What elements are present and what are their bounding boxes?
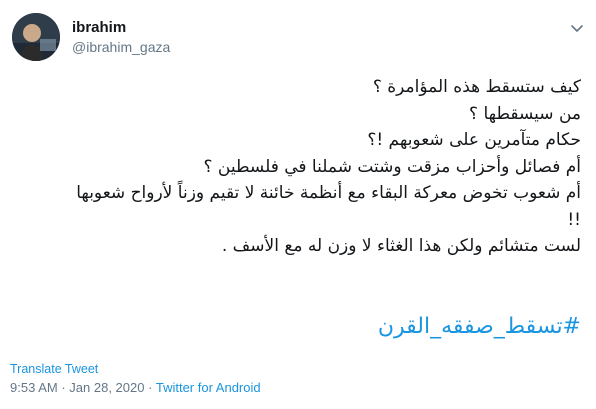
- display-name[interactable]: ibrahim: [72, 19, 126, 36]
- tweet-line: لست متشائم ولكن هذا الغثاء لا وزن له مع …: [221, 236, 581, 256]
- tweet-card: ibrahim @ibrahim_gaza كيف ستسقط هذه المؤ…: [0, 0, 596, 409]
- tweet-date[interactable]: Jan 28, 2020: [69, 380, 144, 395]
- tweet-line: أم شعوب تخوض معركة البقاء مع أنظمة خائنة…: [76, 183, 581, 203]
- tweet-line: كيف ستسقط هذه المؤامرة ؟: [372, 77, 581, 97]
- tweet-line: حكام متآمرين على شعوبهم !؟: [367, 130, 581, 150]
- tweet-metadata: 9:53 AM · Jan 28, 2020 · Twitter for And…: [10, 380, 261, 395]
- translate-tweet-link[interactable]: Translate Tweet: [10, 362, 98, 376]
- meta-separator: ·: [61, 380, 66, 395]
- avatar[interactable]: [12, 13, 60, 61]
- tweet-line: !!: [567, 209, 581, 230]
- tweet-line: أم فصائل وأحزاب مزقت وشتت شملنا في فلسطي…: [203, 156, 581, 177]
- tweet-text: كيف ستسقط هذه المؤامرة ؟ من سيسقطها ؟ حك…: [0, 74, 581, 260]
- tweet-line: من سيسقطها ؟: [469, 103, 581, 124]
- chevron-down-icon[interactable]: [569, 20, 585, 36]
- tweet-time[interactable]: 9:53 AM: [10, 380, 58, 395]
- hashtag-link[interactable]: #تسقط_صفقه_القرن: [378, 314, 581, 339]
- tweet-source-link[interactable]: Twitter for Android: [156, 380, 261, 395]
- meta-separator: ·: [148, 380, 153, 395]
- user-handle[interactable]: @ibrahim_gaza: [72, 39, 170, 55]
